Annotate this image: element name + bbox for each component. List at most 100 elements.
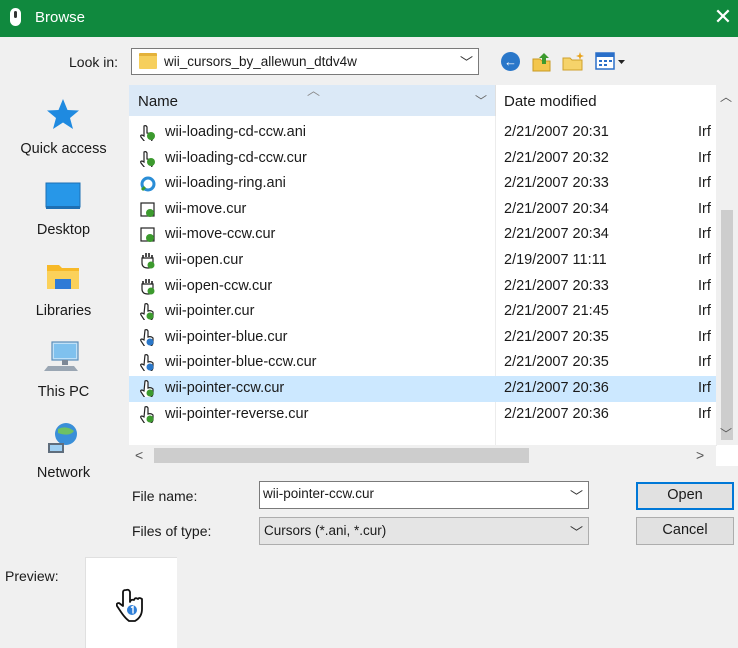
- file-row[interactable]: wii-move.cur 2/21/2007 20:34 Irf: [129, 197, 717, 223]
- computer-icon: [44, 341, 79, 371]
- file-row[interactable]: wii-pointer-blue-ccw.cur 2/21/2007 20:35 I…: [129, 350, 717, 376]
- file-name: wii-pointer-blue-ccw.cur: [165, 354, 317, 371]
- column-header-label: Date modified: [504, 93, 597, 110]
- file-type: Irf: [698, 124, 711, 140]
- place-label: Quick access: [20, 141, 107, 157]
- file-name: wii-pointer-reverse.cur: [165, 405, 309, 422]
- file-row[interactable]: wii-pointer.cur 2/21/2007 21:45 Irf: [129, 299, 717, 325]
- scroll-thumb[interactable]: [154, 448, 529, 463]
- vertical-scrollbar[interactable]: ︿ ﹀: [716, 85, 738, 445]
- file-row[interactable]: wii-loading-cd-ccw.ani 2/21/2007 20:31 Irf: [129, 120, 717, 146]
- look-in-dropdown[interactable]: wii_cursors_by_allewun_dtdv4w ﹀: [131, 48, 479, 75]
- chevron-down-icon: ﹀: [570, 525, 584, 540]
- file-row[interactable]: wii-open.cur 2/19/2007 11:11 Irf: [129, 248, 717, 274]
- place-libraries[interactable]: Libraries: [0, 249, 127, 329]
- file-row[interactable]: wii-open-ccw.cur 2/21/2007 20:33 Irf: [129, 274, 717, 300]
- column-header-row: Name ︿ ﹀ Date modified Ty: [129, 85, 738, 116]
- ani-cursor-icon: [140, 125, 155, 141]
- back-arrow-icon: ←: [501, 52, 520, 71]
- title-bar: Browse ✕: [0, 0, 738, 37]
- file-type: Irf: [698, 252, 711, 268]
- file-row[interactable]: wii-pointer-blue.cur 2/21/2007 20:35 Irf: [129, 325, 717, 351]
- file-name: wii-open-ccw.cur: [165, 277, 273, 294]
- file-date: 2/21/2007 20:35: [504, 328, 609, 345]
- pointer-cursor-icon: [140, 405, 154, 423]
- file-row[interactable]: wii-pointer-ccw.cur 2/21/2007 20:36 Irf: [129, 376, 717, 402]
- cancel-button[interactable]: Cancel: [636, 517, 734, 545]
- open-button[interactable]: Open: [636, 482, 734, 510]
- chevron-down-icon[interactable]: ﹀: [475, 92, 487, 109]
- place-desktop[interactable]: Desktop: [0, 168, 127, 248]
- hand-pointer-icon: [116, 588, 143, 622]
- chevron-down-icon[interactable]: ﹀: [570, 486, 583, 505]
- horizontal-scrollbar[interactable]: < >: [129, 445, 716, 466]
- close-button[interactable]: ✕: [708, 2, 738, 34]
- file-row[interactable]: wii-pointer-reverse.cur 2/21/2007 20:36 Ir…: [129, 402, 717, 428]
- blue-pointer-cursor-icon: [140, 328, 154, 346]
- file-name: wii-move.cur: [165, 200, 247, 217]
- file-name: wii-open.cur: [165, 252, 244, 268]
- column-header-date[interactable]: Date modified: [495, 85, 717, 116]
- file-date: 2/19/2007 11:11: [504, 252, 607, 268]
- libraries-icon: [47, 265, 79, 289]
- mouse-icon: [10, 8, 21, 26]
- preview-pane: [85, 557, 177, 648]
- file-name-combobox[interactable]: ﹀: [259, 481, 589, 509]
- up-one-level-button[interactable]: [530, 50, 554, 74]
- file-type-label: Files of type:: [132, 523, 212, 539]
- scroll-thumb[interactable]: [721, 210, 733, 440]
- scroll-up-icon[interactable]: ︿: [720, 88, 732, 105]
- file-date: 2/21/2007 20:34: [504, 226, 609, 243]
- file-row[interactable]: wii-loading-cd-ccw.cur 2/21/2007 20:32 Irf: [129, 146, 717, 172]
- close-icon: ✕: [713, 4, 733, 29]
- desktop-icon: [45, 182, 81, 209]
- chevron-down-icon: ﹀: [460, 55, 474, 70]
- file-date: 2/21/2007 20:36: [504, 380, 609, 396]
- file-type-dropdown[interactable]: Cursors (*.ani, *.cur) ﹀: [259, 517, 589, 545]
- network-icon: [48, 423, 77, 453]
- open-hand-cursor-icon: [141, 253, 155, 269]
- file-name: wii-loading-cd-ccw.cur: [165, 149, 307, 166]
- star-icon: [47, 99, 79, 129]
- view-menu-button[interactable]: [594, 50, 630, 74]
- place-quick-access[interactable]: Quick access: [0, 87, 127, 167]
- file-type: Irf: [698, 354, 711, 371]
- file-type: Irf: [698, 200, 711, 217]
- window-title: Browse: [35, 9, 86, 26]
- folder-icon: [139, 53, 157, 69]
- move-cursor-icon: [140, 227, 155, 243]
- file-row[interactable]: wii-loading-ring.ani 2/21/2007 20:33 Irf: [129, 171, 717, 197]
- file-type: Irf: [698, 175, 711, 192]
- back-button[interactable]: ←: [500, 50, 522, 74]
- file-name-label: File name:: [132, 488, 198, 504]
- place-this-pc[interactable]: This PC: [0, 330, 127, 410]
- file-name: wii-pointer-ccw.cur: [165, 380, 285, 396]
- file-date: 2/21/2007 20:32: [504, 149, 609, 166]
- file-name: wii-pointer-blue.cur: [165, 328, 288, 345]
- scroll-down-icon[interactable]: ﹀: [720, 425, 732, 442]
- file-type: Irf: [698, 328, 711, 345]
- ani-cursor-icon: [140, 150, 155, 167]
- scroll-left-icon[interactable]: <: [135, 447, 143, 463]
- file-name-input[interactable]: [263, 486, 563, 501]
- file-date: 2/21/2007 20:36: [504, 405, 609, 422]
- column-header-name[interactable]: Name ︿ ﹀: [129, 85, 496, 116]
- file-type: Irf: [698, 380, 711, 396]
- file-date: 2/21/2007 20:31: [504, 124, 609, 140]
- file-type: Irf: [698, 303, 711, 320]
- file-type: Irf: [698, 405, 711, 422]
- new-folder-button[interactable]: [561, 50, 587, 74]
- file-type-value: Cursors (*.ani, *.cur): [264, 523, 387, 538]
- sort-ascending-icon: ︿: [307, 85, 321, 98]
- place-label: Desktop: [36, 222, 91, 238]
- place-label: Libraries: [35, 303, 92, 319]
- file-list[interactable]: Name ︿ ﹀ Date modified Ty wii-loading-cd…: [129, 85, 738, 466]
- look-in-value: wii_cursors_by_allewun_dtdv4w: [164, 54, 357, 69]
- scroll-right-icon[interactable]: >: [696, 447, 704, 463]
- blue-pointer-cursor-icon: [140, 354, 154, 372]
- move-cursor-icon: [140, 202, 155, 217]
- file-row[interactable]: wii-move-ccw.cur 2/21/2007 20:34 Irf: [129, 222, 717, 248]
- file-name: wii-pointer.cur: [165, 303, 255, 320]
- place-network[interactable]: Network: [0, 411, 127, 491]
- preview-label: Preview:: [5, 568, 59, 584]
